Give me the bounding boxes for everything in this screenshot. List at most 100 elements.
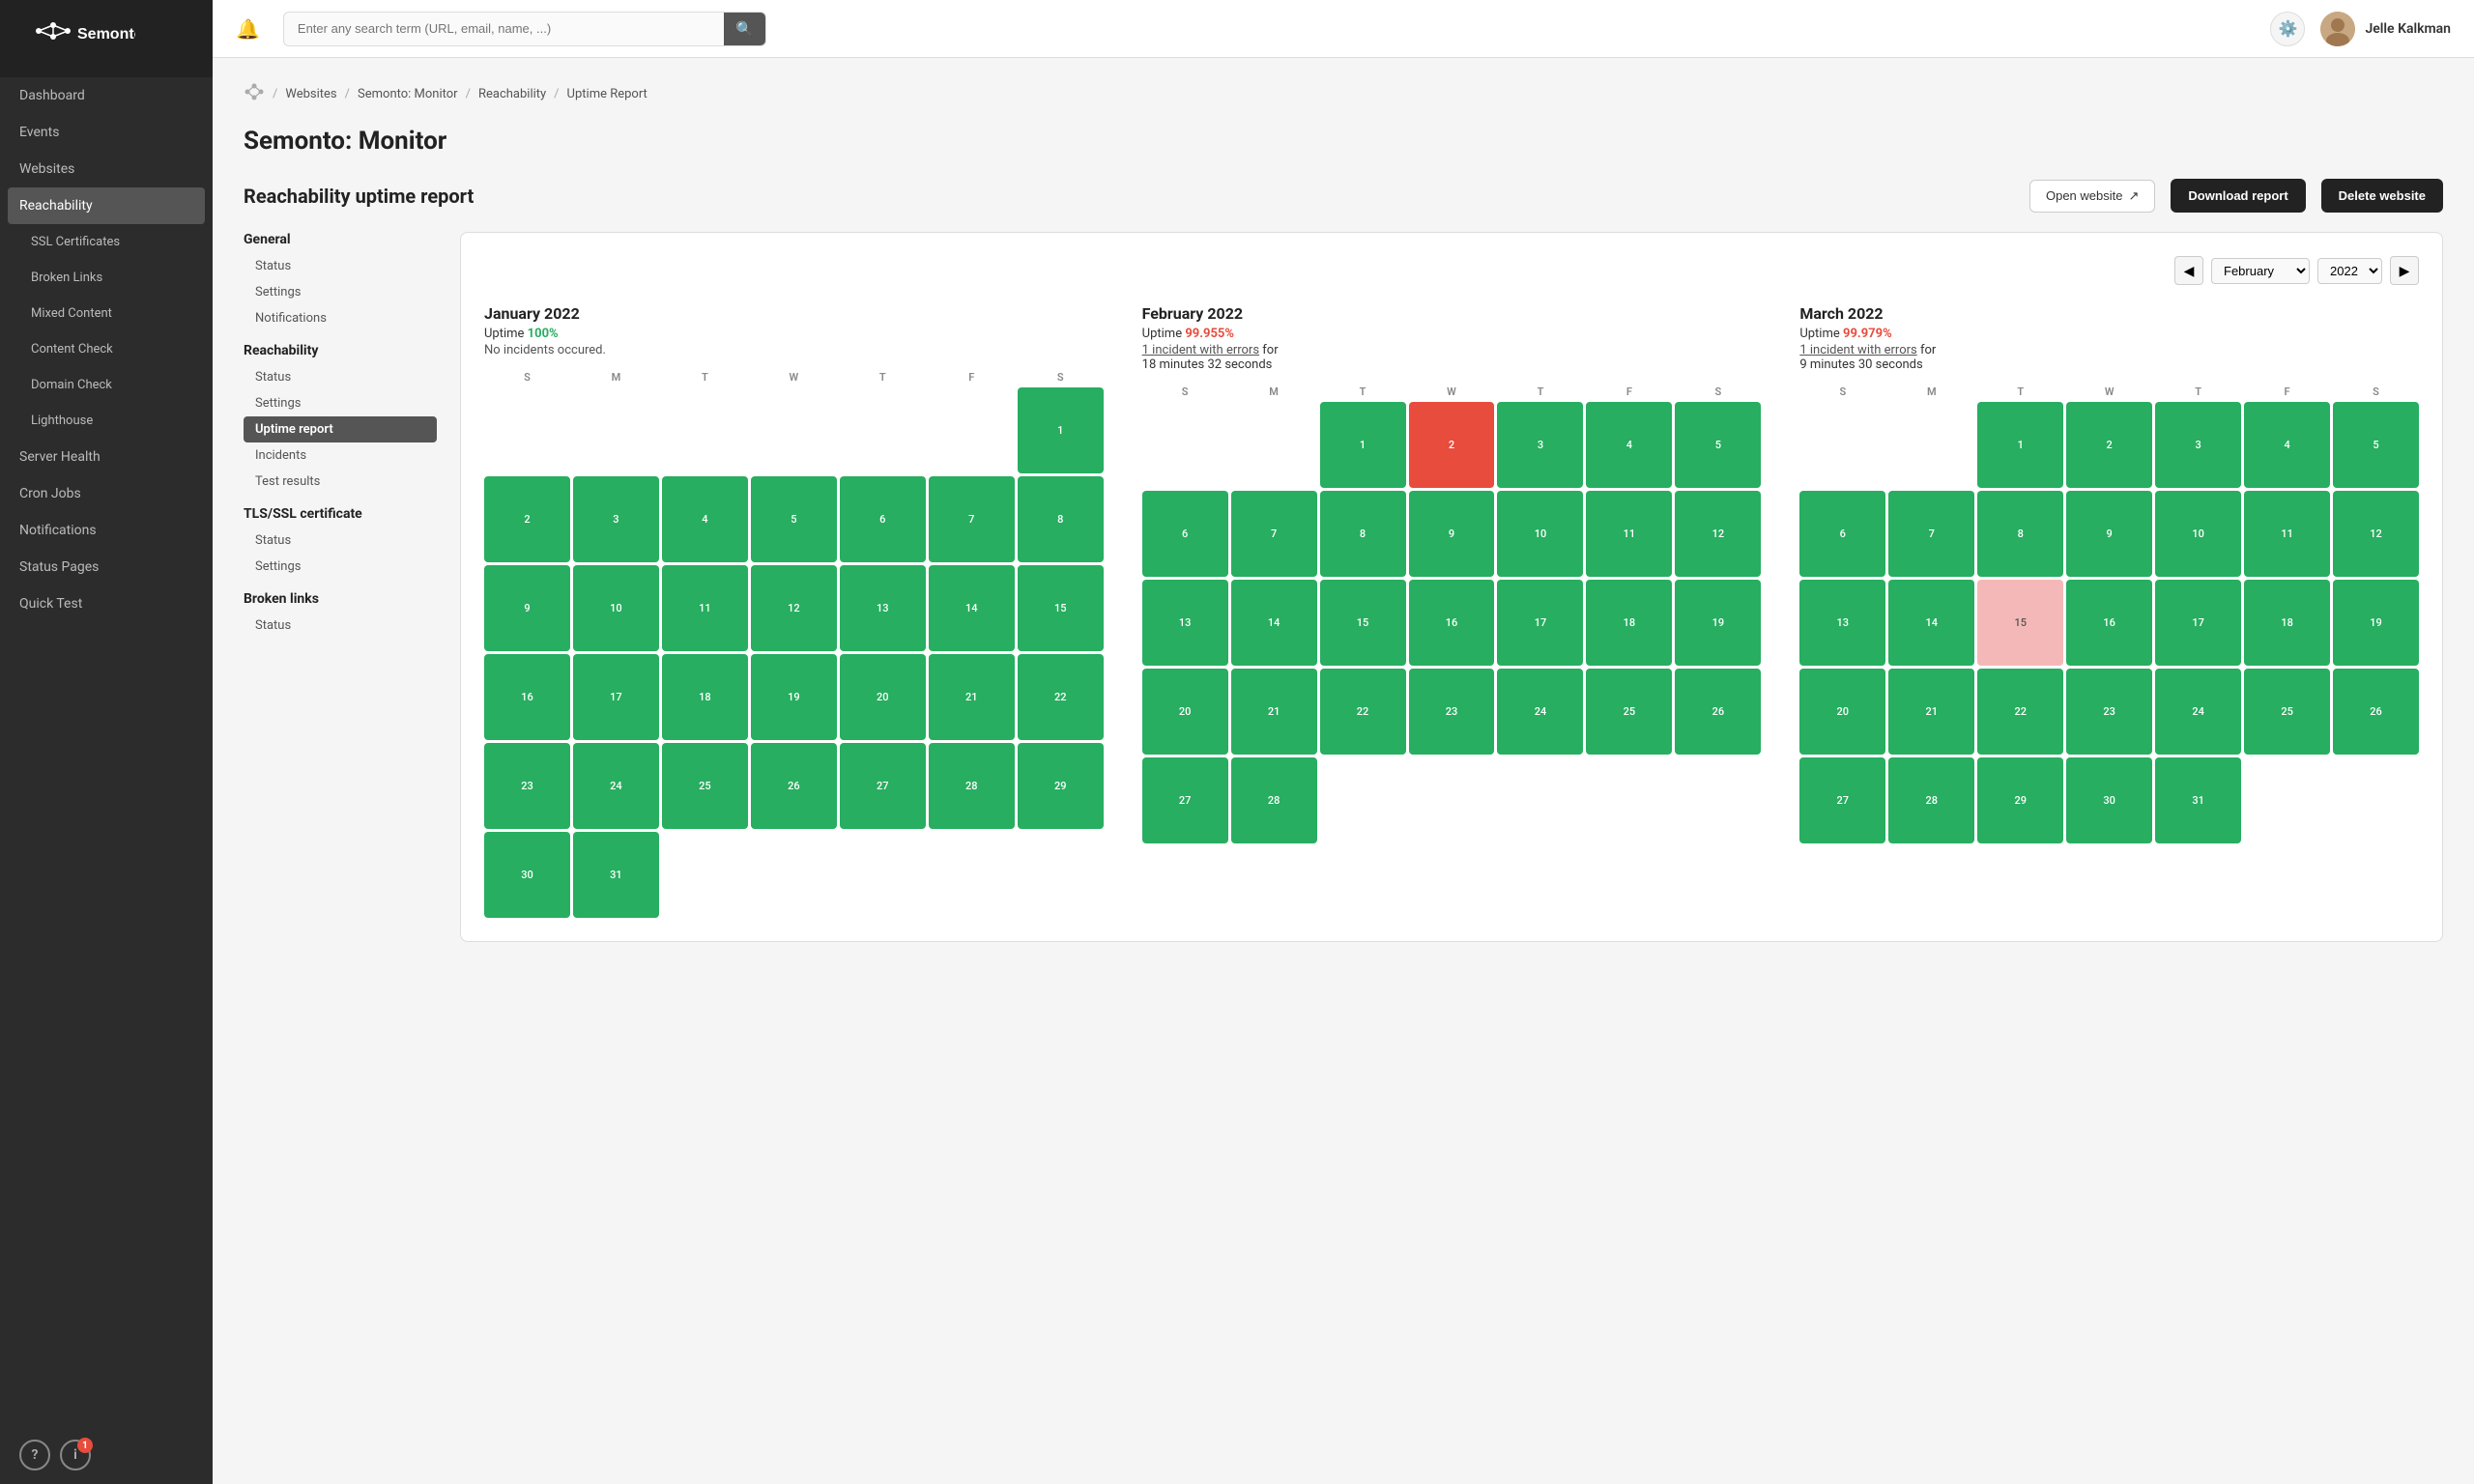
cal-day: 30: [484, 832, 570, 918]
cal-day: 9: [2066, 491, 2152, 577]
calendar-nav: ◀ January February March April May June …: [484, 256, 2419, 285]
sidebar-item-notifications[interactable]: Notifications: [0, 512, 213, 549]
calendars-grid: January 2022 Uptime 100% No incidents oc…: [484, 304, 2419, 918]
cal-day: 23: [484, 743, 570, 829]
cal-day: 14: [1888, 580, 1974, 666]
subnav-reachability-status[interactable]: Status: [244, 364, 437, 390]
breadcrumb-monitor[interactable]: Semonto: Monitor: [358, 87, 458, 101]
cal-day: 16: [1409, 580, 1495, 666]
user-area[interactable]: Jelle Kalkman: [2320, 12, 2451, 46]
cal-day: 7: [1888, 491, 1974, 577]
sidebar-item-status-pages[interactable]: Status Pages: [0, 549, 213, 585]
sidebar-item-broken-links[interactable]: Broken Links: [0, 260, 213, 296]
cal-day: 1: [1018, 387, 1104, 473]
sidebar-item-cron-jobs[interactable]: Cron Jobs: [0, 475, 213, 512]
sidebar-item-content-check[interactable]: Content Check: [0, 331, 213, 367]
cal-header-january: SMTWTFS: [484, 371, 1104, 384]
cal-header-march: SMTWTFS: [1799, 385, 2419, 398]
info-button[interactable]: i 1: [60, 1440, 91, 1470]
open-website-button[interactable]: Open website ↗: [2029, 180, 2155, 213]
month-select[interactable]: January February March April May June Ju…: [2211, 258, 2310, 284]
cal-day: 26: [1675, 669, 1761, 755]
sidebar-item-quick-test[interactable]: Quick Test: [0, 585, 213, 622]
subnav-reachability-settings[interactable]: Settings: [244, 390, 437, 416]
search-input[interactable]: [284, 14, 724, 43]
subnav-general-settings[interactable]: Settings: [244, 279, 437, 305]
sidebar-item-ssl[interactable]: SSL Certificates: [0, 224, 213, 260]
sidebar-item-mixed-content[interactable]: Mixed Content: [0, 296, 213, 331]
svg-text:Semonto: Semonto: [77, 26, 135, 43]
cal-day: 4: [1586, 402, 1672, 488]
cal-day: 19: [2333, 580, 2419, 666]
cal-day: 28: [1888, 757, 1974, 843]
semonto-logo: Semonto: [19, 17, 135, 56]
subnav-reachability-uptime[interactable]: Uptime report: [244, 416, 437, 442]
sub-nav: General Status Settings Notifications Re…: [244, 232, 437, 942]
year-select[interactable]: 2021 2022 2023: [2317, 258, 2382, 284]
subnav-tls-settings[interactable]: Settings: [244, 554, 437, 580]
calendar-next-button[interactable]: ▶: [2390, 256, 2419, 285]
cal-empty: [929, 387, 1015, 473]
march-incident-link[interactable]: 1 incident with errors: [1799, 343, 1916, 357]
month-january-title: January 2022: [484, 304, 1104, 323]
cal-day: 13: [840, 565, 926, 651]
cal-day: 8: [1018, 476, 1104, 562]
cal-day: 22: [1018, 654, 1104, 740]
breadcrumb-uptime[interactable]: Uptime Report: [567, 87, 647, 101]
cal-day: 19: [751, 654, 837, 740]
cal-day: 18: [662, 654, 748, 740]
sidebar-item-domain-check[interactable]: Domain Check: [0, 367, 213, 403]
cal-day: 18: [2244, 580, 2330, 666]
subnav-reachability-test-results[interactable]: Test results: [244, 469, 437, 495]
month-january-incident: No incidents occured.: [484, 343, 1104, 357]
cal-day: 2: [1409, 402, 1495, 488]
cal-day: 17: [1497, 580, 1583, 666]
breadcrumb-reachability[interactable]: Reachability: [478, 87, 546, 101]
sidebar-item-server-health[interactable]: Server Health: [0, 439, 213, 475]
subnav-tls-status[interactable]: Status: [244, 528, 437, 554]
subnav-general-notifications[interactable]: Notifications: [244, 305, 437, 331]
cal-days-january: 1234567891011121314151617181920212223242…: [484, 387, 1104, 918]
month-february: February 2022 Uptime 99.955% 1 incident …: [1142, 304, 1762, 918]
cal-day: 27: [840, 743, 926, 829]
cal-day: 29: [1018, 743, 1104, 829]
cal-day: 12: [1675, 491, 1761, 577]
cal-day: 29: [1977, 757, 2063, 843]
february-incident-link[interactable]: 1 incident with errors: [1142, 343, 1259, 357]
cal-day: 4: [2244, 402, 2330, 488]
sidebar-item-lighthouse[interactable]: Lighthouse: [0, 403, 213, 439]
cal-day: 19: [1675, 580, 1761, 666]
subnav-section-reachability: Reachability: [244, 343, 437, 358]
cal-day: 10: [1497, 491, 1583, 577]
settings-button[interactable]: ⚙️: [2270, 12, 2305, 46]
cal-day: 8: [1320, 491, 1406, 577]
cal-day: 3: [2155, 402, 2241, 488]
delete-website-button[interactable]: Delete website: [2321, 179, 2443, 213]
cal-day: 14: [929, 565, 1015, 651]
breadcrumb-websites[interactable]: Websites: [285, 87, 336, 101]
uptime-value-march: 99.979%: [1843, 327, 1892, 341]
sidebar-item-websites[interactable]: Websites: [0, 151, 213, 187]
cal-day: 2: [2066, 402, 2152, 488]
cal-day: 23: [1409, 669, 1495, 755]
subnav-broken-links-status[interactable]: Status: [244, 613, 437, 639]
subnav-reachability-incidents[interactable]: Incidents: [244, 442, 437, 469]
cal-empty: [662, 387, 748, 473]
cal-day: 31: [2155, 757, 2241, 843]
subnav-section-general: General: [244, 232, 437, 247]
calendar-prev-button[interactable]: ◀: [2174, 256, 2203, 285]
search-button[interactable]: 🔍: [724, 13, 765, 45]
bell-icon[interactable]: 🔔: [236, 17, 260, 41]
sidebar-item-dashboard[interactable]: Dashboard: [0, 77, 213, 114]
cal-day: 25: [1586, 669, 1672, 755]
report-header: Reachability uptime report Open website …: [244, 179, 2443, 213]
cal-day: 21: [1888, 669, 1974, 755]
month-march-uptime: Uptime 99.979%: [1799, 327, 2419, 341]
help-button[interactable]: ?: [19, 1440, 50, 1470]
download-report-button[interactable]: Download report: [2171, 179, 2305, 213]
sidebar-item-reachability[interactable]: Reachability: [8, 187, 205, 224]
cal-day: 17: [2155, 580, 2241, 666]
sidebar-item-events[interactable]: Events: [0, 114, 213, 151]
subnav-general-status[interactable]: Status: [244, 253, 437, 279]
cal-day: 8: [1977, 491, 2063, 577]
